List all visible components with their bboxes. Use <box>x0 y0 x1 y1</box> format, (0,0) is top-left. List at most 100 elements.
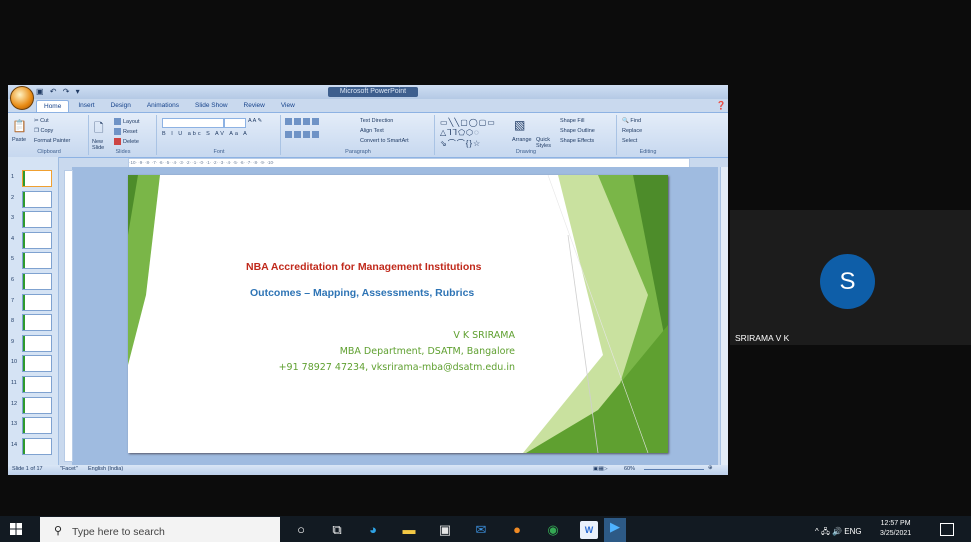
view-buttons[interactable]: ▣▦▷ <box>593 466 608 472</box>
shapes-gallery[interactable]: ▭╲╲▢◯▢▭ <box>440 118 496 127</box>
replace-button[interactable]: Replace <box>622 128 642 134</box>
copy-button[interactable]: ❐ Copy <box>34 128 53 134</box>
slide-thumbnail[interactable] <box>22 273 52 290</box>
system-tray[interactable]: ^ 🖧 🔊 ENG <box>815 526 862 540</box>
slides-label: Slides <box>115 149 131 155</box>
clock-date: 3/25/2021 <box>880 530 912 537</box>
word-icon[interactable]: W <box>580 521 598 539</box>
copy-icon: ❐ <box>34 128 39 134</box>
tab-slide-show[interactable]: Slide Show <box>188 100 235 112</box>
chrome-icon[interactable]: ◉ <box>544 521 562 539</box>
slide-thumbnail[interactable] <box>22 170 52 187</box>
align-text-button[interactable]: Align Text <box>360 128 384 134</box>
thumbnail-number: 7 <box>11 297 15 304</box>
office-button[interactable] <box>10 86 34 110</box>
notifications-icon[interactable] <box>940 523 954 536</box>
help-icon[interactable]: ❓ <box>716 101 726 110</box>
slide-thumbnail[interactable] <box>22 293 52 311</box>
tab-view[interactable]: View <box>274 100 302 112</box>
convert-smartart-button[interactable]: Convert to SmartArt <box>360 138 409 144</box>
slide-thumbnail[interactable] <box>22 417 52 435</box>
zoom-slider[interactable] <box>644 469 704 470</box>
slide-thumbnail[interactable] <box>22 334 52 352</box>
reset-label: Reset <box>123 128 138 135</box>
tab-insert[interactable]: Insert <box>71 100 101 112</box>
thumbnail-number: 4 <box>11 235 15 242</box>
search-placeholder: Type here to search <box>72 526 165 538</box>
find-label: Find <box>630 118 642 124</box>
author-contact: +91 78927 47234, vksrirama-mba@dsatm.edu… <box>278 362 515 373</box>
text-direction-button[interactable]: Text Direction <box>360 118 393 124</box>
cortana-icon[interactable]: ○ <box>292 521 310 539</box>
slide-thumbnail[interactable] <box>22 437 52 455</box>
cut-icon: ✂ <box>34 118 39 124</box>
ribbon: 📋 Paste ✂ Cut ❐ Copy Format Painter Clip… <box>8 101 728 158</box>
windows-start-icon[interactable] <box>10 523 22 535</box>
select-button[interactable]: Select <box>622 138 637 144</box>
quick-styles-button[interactable]: Quick Styles <box>536 137 554 149</box>
language-indicator[interactable]: English (India) <box>88 466 123 472</box>
slide-thumbnail[interactable] <box>22 355 52 373</box>
shape-outline-button[interactable]: Shape Outline <box>560 128 595 134</box>
slide-thumbnail[interactable] <box>22 314 52 332</box>
thumbnail-number: 10 <box>11 359 18 366</box>
tab-animations[interactable]: Animations <box>140 100 186 112</box>
font-grow-shrink[interactable]: A A ✎ <box>248 118 262 124</box>
arrange-icon: ▧ <box>514 118 526 132</box>
font-name-select[interactable] <box>162 118 224 128</box>
shapes-gallery-row2[interactable]: △⅂⅂⬠⬡◌ <box>440 128 480 137</box>
slide-thumbnail[interactable] <box>22 190 52 208</box>
align-buttons[interactable] <box>285 131 321 138</box>
clock-time: 12:57 PM <box>880 520 911 527</box>
list-buttons[interactable] <box>285 118 321 125</box>
slide-thumbnail[interactable] <box>22 211 52 229</box>
align-right-icon <box>303 131 310 138</box>
layout-button[interactable]: Layout <box>114 118 140 125</box>
paste-button[interactable]: Paste <box>12 137 26 143</box>
paragraph-group: Text Direction Align Text Convert to Sma… <box>282 115 435 155</box>
slide-thumbnail[interactable] <box>22 231 52 249</box>
layout-label: Layout <box>123 118 140 125</box>
slide[interactable]: NBA Accreditation for Management Institu… <box>128 175 668 453</box>
firefox-icon[interactable]: ● <box>508 521 526 539</box>
arrange-button[interactable]: Arrange <box>512 137 532 143</box>
slide-subtitle: Outcomes – Mapping, Assessments, Rubrics <box>250 287 475 299</box>
font-group: A A ✎ B I U abc S AV Aa A Font <box>158 115 281 155</box>
fit-to-window-icon[interactable]: ⊕ <box>708 465 713 471</box>
shapes-gallery-row3[interactable]: ⇘⌒⌒{}☆ <box>440 138 481 149</box>
task-view-icon[interactable]: ⧉ <box>328 521 346 539</box>
zoom-app-icon[interactable]: ▶ <box>604 518 626 542</box>
numbering-icon <box>294 118 301 125</box>
zoom-level[interactable]: 60% <box>624 466 635 472</box>
quick-access-toolbar[interactable]: ▣ ↶ ↷ ▾ <box>36 87 82 96</box>
mail-icon[interactable]: ✉ <box>472 521 490 539</box>
store-icon[interactable]: ▣ <box>436 521 454 539</box>
paste-icon[interactable]: 📋 <box>12 119 27 133</box>
theme-name: "Facet" <box>60 466 78 472</box>
delete-button[interactable]: Delete <box>114 138 139 145</box>
vertical-ruler <box>64 170 73 462</box>
tab-review[interactable]: Review <box>237 100 272 112</box>
tab-design[interactable]: Design <box>104 100 138 112</box>
reset-button[interactable]: Reset <box>114 128 137 135</box>
clipboard-label: Clipboard <box>37 149 61 155</box>
thumbnail-number: 12 <box>11 400 18 407</box>
format-painter-button[interactable]: Format Painter <box>34 138 70 144</box>
shape-effects-button[interactable]: Shape Effects <box>560 138 594 144</box>
vertical-scrollbar[interactable] <box>720 167 728 465</box>
thumbnail-number: 1 <box>11 174 15 180</box>
slide-thumbnail[interactable] <box>22 376 52 393</box>
cut-button[interactable]: ✂ Cut <box>34 118 49 124</box>
reset-icon <box>114 128 121 135</box>
slide-thumbnail[interactable] <box>22 396 52 414</box>
clock[interactable]: 12:57 PM 3/25/2021 <box>880 519 911 539</box>
new-slide-icon: 🗋 <box>94 121 104 135</box>
slide-thumbnail[interactable] <box>22 252 52 270</box>
edge-icon[interactable]: ◕ <box>364 521 382 539</box>
font-format-tools[interactable]: B I U abc S AV Aa A <box>162 131 249 137</box>
shape-fill-button[interactable]: Shape Fill <box>560 118 584 124</box>
file-explorer-icon[interactable]: ▬ <box>400 521 418 539</box>
font-size-select[interactable] <box>224 118 246 128</box>
editing-group: 🔍 Find Replace Select Editing <box>618 115 678 155</box>
find-button[interactable]: 🔍 Find <box>622 118 641 124</box>
